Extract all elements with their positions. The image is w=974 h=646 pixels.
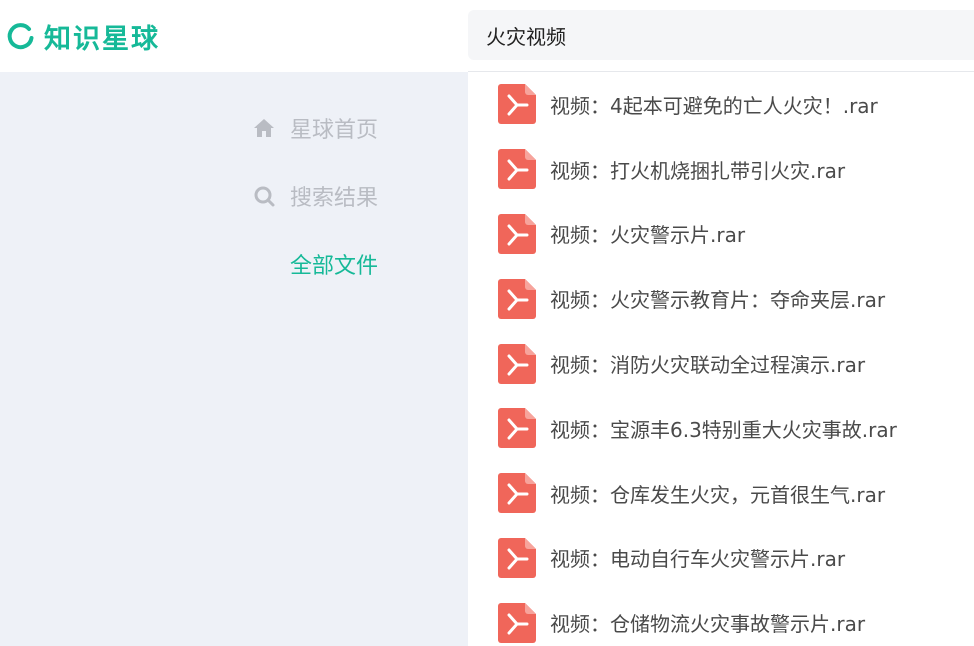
file-name: 视频：4起本可避免的亡人火灾！.rar: [550, 93, 878, 118]
sidebar-item-label: 搜索结果: [289, 186, 378, 211]
file-name: 视频：仓储物流火灾事故警示片.rar: [550, 612, 866, 637]
app-window: 知识星球 星球首页 搜索结果 全部文件: [0, 0, 974, 646]
sidebar: 星球首页 搜索结果 全部文件: [0, 72, 468, 646]
pdf-file-icon: [498, 473, 536, 514]
sidebar-item-home[interactable]: 星球首页: [252, 112, 378, 144]
file-name: 视频：电动自行车火灾警示片.rar: [550, 547, 846, 572]
pdf-file-icon: [498, 537, 536, 578]
logo[interactable]: 知识星球: [6, 17, 160, 56]
file-row[interactable]: 视频：火灾警示片.rar: [468, 202, 974, 267]
sidebar-item-label: 星球首页: [289, 118, 378, 143]
file-row[interactable]: 视频：仓库发生火灾，元首很生气.rar: [468, 461, 974, 526]
file-row[interactable]: 视频：打火机烧捆扎带引火灾.rar: [468, 137, 974, 202]
pdf-file-icon: [498, 149, 536, 190]
file-row[interactable]: 视频：电动自行车火灾警示片.rar: [468, 526, 974, 591]
brand-bar: 知识星球: [0, 0, 468, 72]
pdf-file-icon: [498, 408, 536, 449]
file-list: 视频：4起本可避免的亡人火灾！.rar 视频：打火机烧捆扎带引火灾.rar 视频…: [468, 72, 974, 646]
file-name: 视频：火灾警示片.rar: [550, 223, 746, 248]
file-row[interactable]: 视频：仓储物流火灾事故警示片.rar: [468, 590, 974, 646]
pdf-file-icon: [498, 84, 536, 125]
search-icon: [254, 186, 275, 207]
home-icon: [253, 119, 274, 137]
search-box[interactable]: [468, 10, 974, 60]
file-row[interactable]: 视频：火灾警示教育片：夺命夹层.rar: [468, 266, 974, 331]
search-input[interactable]: [484, 22, 974, 48]
pdf-file-icon: [498, 602, 536, 643]
file-name: 视频：仓库发生火灾，元首很生气.rar: [550, 482, 886, 507]
file-name: 视频：打火机烧捆扎带引火灾.rar: [550, 158, 846, 183]
file-row[interactable]: 视频：4起本可避免的亡人火灾！.rar: [468, 72, 974, 137]
pdf-file-icon: [498, 343, 536, 384]
file-name: 视频：火灾警示教育片：夺命夹层.rar: [550, 288, 886, 313]
sidebar-item-label: 全部文件: [289, 254, 378, 279]
logo-ring-icon: [7, 23, 34, 50]
file-name: 视频：宝源丰6.3特别重大火灾事故.rar: [550, 417, 897, 442]
file-row[interactable]: 视频：消防火灾联动全过程演示.rar: [468, 331, 974, 396]
pdf-file-icon: [498, 278, 536, 319]
pdf-file-icon: [498, 213, 536, 254]
file-row[interactable]: 视频：宝源丰6.3特别重大火灾事故.rar: [468, 396, 974, 461]
brand-name: 知识星球: [44, 23, 160, 55]
sidebar-item-search-results[interactable]: 搜索结果: [252, 180, 378, 212]
sidebar-item-all-files[interactable]: 全部文件: [290, 248, 378, 280]
file-name: 视频：消防火灾联动全过程演示.rar: [550, 353, 866, 378]
